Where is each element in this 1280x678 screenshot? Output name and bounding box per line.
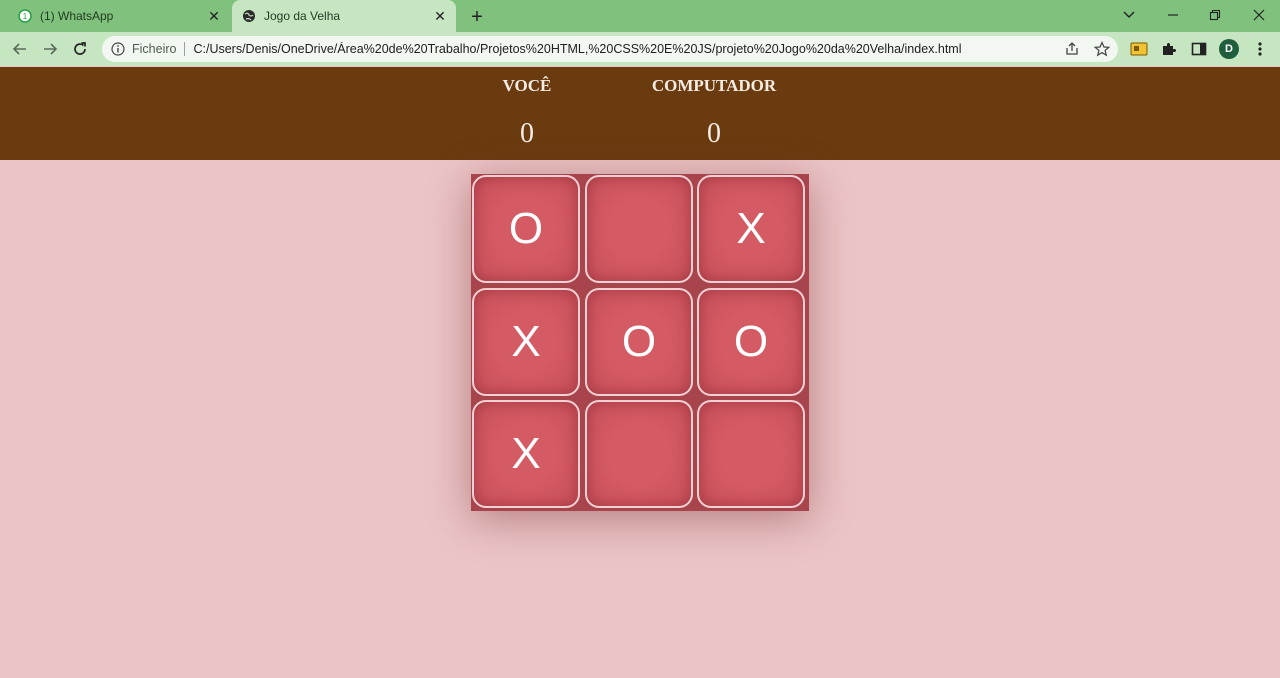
back-button[interactable] xyxy=(8,37,32,61)
tab-strip: 1 (1) WhatsApp ✕ Jogo da Velha ✕ + xyxy=(0,0,1280,32)
scoreboard: VOCÊ 0 COMPUTADOR 0 xyxy=(0,67,1280,160)
whatsapp-icon: 1 xyxy=(18,9,32,23)
close-icon[interactable]: ✕ xyxy=(204,6,224,26)
new-tab-button[interactable]: + xyxy=(466,6,488,28)
reload-button[interactable] xyxy=(68,37,92,61)
close-window-button[interactable] xyxy=(1245,4,1273,26)
board-cell-2[interactable] xyxy=(585,175,693,283)
globe-icon xyxy=(242,9,256,23)
board-cell-1[interactable]: O xyxy=(472,175,580,283)
forward-button[interactable] xyxy=(38,37,62,61)
close-icon[interactable]: ✕ xyxy=(430,6,450,26)
cast-extension-icon[interactable] xyxy=(1130,40,1148,58)
board-cell-6[interactable]: O xyxy=(697,288,805,396)
separator xyxy=(184,42,186,56)
address-bar[interactable]: Ficheiro C:/Users/Denis/OneDrive/Área%20… xyxy=(102,36,1118,62)
board-cell-5[interactable]: O xyxy=(585,288,693,396)
browser-toolbar: Ficheiro C:/Users/Denis/OneDrive/Área%20… xyxy=(0,32,1280,66)
board-cell-4[interactable]: X xyxy=(472,288,580,396)
board-cell-8[interactable] xyxy=(585,400,693,508)
profile-avatar[interactable]: D xyxy=(1219,39,1239,59)
board-cell-3[interactable]: X xyxy=(697,175,805,283)
tab-label: (1) WhatsApp xyxy=(40,9,114,23)
svg-text:1: 1 xyxy=(23,12,28,21)
minimize-button[interactable] xyxy=(1159,4,1187,26)
side-panel-icon[interactable] xyxy=(1190,40,1208,58)
computer-score: 0 xyxy=(707,118,721,149)
bookmark-star-icon[interactable] xyxy=(1094,41,1110,57)
computer-label: COMPUTADOR xyxy=(651,76,777,95)
tab-label: Jogo da Velha xyxy=(264,9,341,23)
restore-button[interactable] xyxy=(1201,4,1229,26)
share-icon[interactable] xyxy=(1064,41,1080,57)
menu-kebab-icon[interactable] xyxy=(1251,40,1269,58)
tab-whatsapp[interactable]: 1 (1) WhatsApp ✕ xyxy=(8,0,230,32)
player-score: 0 xyxy=(520,118,534,149)
tab-jogo-da-velha[interactable]: Jogo da Velha ✕ xyxy=(232,0,456,32)
extensions-puzzle-icon[interactable] xyxy=(1160,40,1178,58)
board-cell-7[interactable]: X xyxy=(472,400,580,508)
tab-search-button[interactable] xyxy=(1115,4,1143,26)
player-label: VOCÊ xyxy=(502,76,552,95)
info-icon[interactable] xyxy=(111,42,125,56)
game-board: O X X O O X xyxy=(471,174,809,511)
scheme-label: Ficheiro xyxy=(132,42,177,56)
url-text: C:/Users/Denis/OneDrive/Área%20de%20Trab… xyxy=(193,42,962,56)
board-cell-9[interactable] xyxy=(697,400,805,508)
